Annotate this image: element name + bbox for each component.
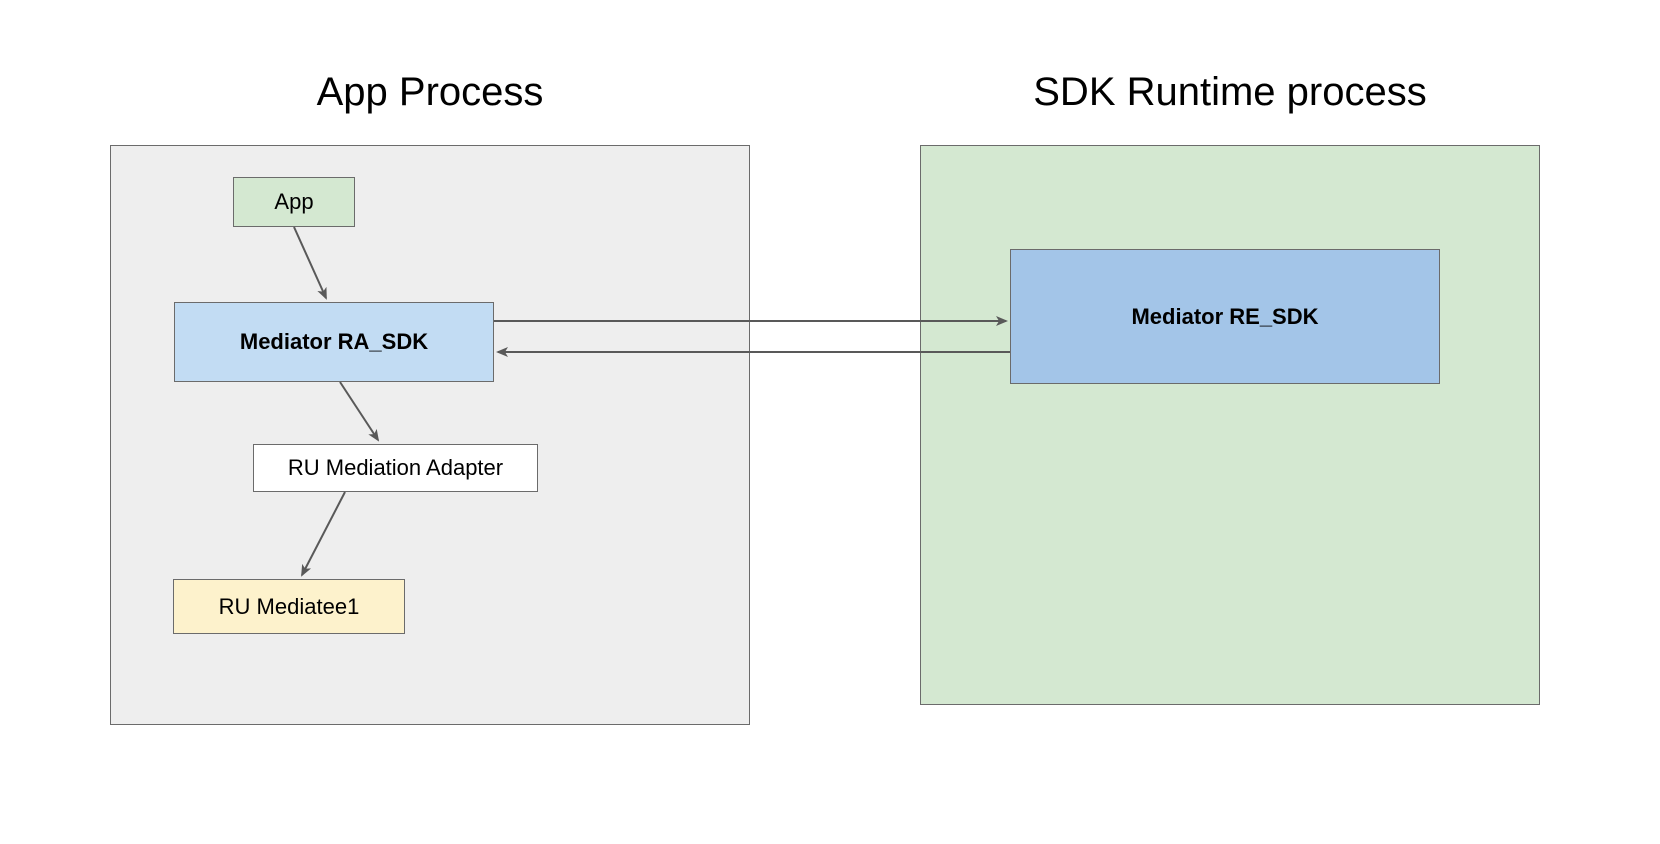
node-mediator-ra-label: Mediator RA_SDK xyxy=(240,329,428,355)
title-app-process: App Process xyxy=(110,70,750,115)
node-mediator-re-label: Mediator RE_SDK xyxy=(1131,304,1318,330)
container-sdk-runtime xyxy=(920,145,1540,705)
node-ru-adapter-label: RU Mediation Adapter xyxy=(288,455,503,481)
title-app-process-text: App Process xyxy=(317,70,544,114)
node-mediator-ra: Mediator RA_SDK xyxy=(174,302,494,382)
title-sdk-runtime: SDK Runtime process xyxy=(920,70,1540,115)
diagram-canvas: App Process SDK Runtime process App Medi… xyxy=(0,0,1660,844)
node-mediator-re: Mediator RE_SDK xyxy=(1010,249,1440,384)
container-app-process xyxy=(110,145,750,725)
title-sdk-runtime-text: SDK Runtime process xyxy=(1033,70,1426,114)
node-ru-mediatee: RU Mediatee1 xyxy=(173,579,405,634)
node-ru-adapter: RU Mediation Adapter xyxy=(253,444,538,492)
node-ru-mediatee-label: RU Mediatee1 xyxy=(219,594,360,620)
node-app: App xyxy=(233,177,355,227)
node-app-label: App xyxy=(274,189,313,215)
